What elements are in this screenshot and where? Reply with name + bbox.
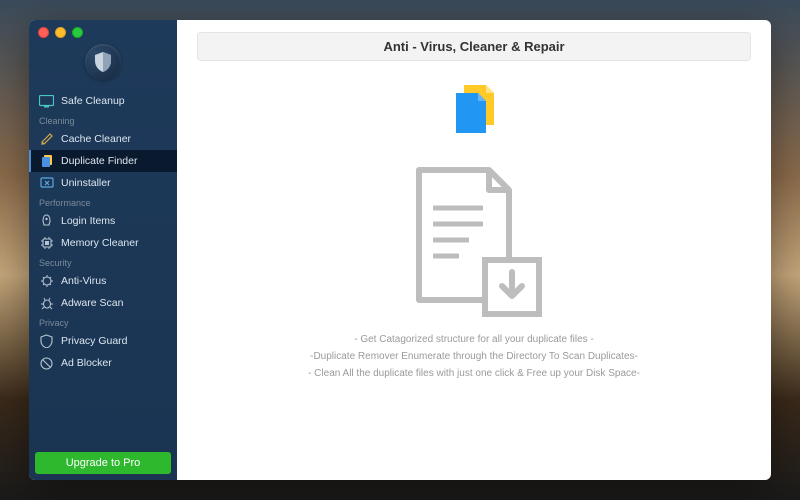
sidebar: Safe Cleanup Cleaning Cache Cleaner Dupl…	[29, 20, 177, 480]
sidebar-item-safe-cleanup[interactable]: Safe Cleanup	[29, 90, 177, 112]
sidebar-item-label: Uninstaller	[61, 177, 111, 189]
sidebar-item-privacy-guard[interactable]: Privacy Guard	[29, 330, 177, 352]
monitor-icon	[39, 94, 54, 109]
sidebar-item-anti-virus[interactable]: Anti-Virus	[29, 270, 177, 292]
sidebar-item-label: Privacy Guard	[61, 335, 128, 347]
rocket-icon	[39, 214, 54, 229]
sidebar-item-label: Ad Blocker	[61, 357, 112, 369]
sidebar-section-security: Security	[29, 254, 177, 270]
sidebar-item-label: Duplicate Finder	[61, 155, 137, 167]
chip-icon	[39, 236, 54, 251]
sidebar-item-duplicate-finder[interactable]: Duplicate Finder	[29, 150, 177, 172]
description-text: - Get Catagorized structure for all your…	[308, 331, 640, 382]
sidebar-item-label: Cache Cleaner	[61, 133, 131, 145]
virus-icon	[39, 274, 54, 289]
upgrade-button[interactable]: Upgrade to Pro	[35, 452, 171, 474]
app-logo	[85, 44, 121, 80]
block-icon	[39, 356, 54, 371]
bug-icon	[39, 296, 54, 311]
brush-icon	[39, 132, 54, 147]
guard-icon	[39, 334, 54, 349]
uninstall-icon	[39, 176, 54, 191]
close-window-button[interactable]	[38, 27, 49, 38]
sidebar-item-label: Anti-Virus	[61, 275, 106, 287]
sidebar-item-label: Safe Cleanup	[61, 95, 125, 107]
main-panel: Anti - Virus, Cleaner & Repair	[177, 20, 771, 480]
sidebar-item-label: Adware Scan	[61, 297, 123, 309]
sidebar-item-login-items[interactable]: Login Items	[29, 210, 177, 232]
sidebar-item-cache-cleaner[interactable]: Cache Cleaner	[29, 128, 177, 150]
document-download-icon	[399, 160, 549, 325]
sidebar-section-cleaning: Cleaning	[29, 112, 177, 128]
duplicate-icon	[444, 81, 504, 142]
sidebar-item-label: Login Items	[61, 215, 115, 227]
sidebar-item-label: Memory Cleaner	[61, 237, 139, 249]
page-title: Anti - Virus, Cleaner & Repair	[197, 32, 751, 61]
shield-icon	[94, 52, 112, 72]
maximize-window-button[interactable]	[72, 27, 83, 38]
app-window: Safe Cleanup Cleaning Cache Cleaner Dupl…	[29, 20, 771, 480]
sidebar-item-memory-cleaner[interactable]: Memory Cleaner	[29, 232, 177, 254]
sidebar-item-ad-blocker[interactable]: Ad Blocker	[29, 352, 177, 374]
sidebar-section-privacy: Privacy	[29, 314, 177, 330]
minimize-window-button[interactable]	[55, 27, 66, 38]
sidebar-item-uninstaller[interactable]: Uninstaller	[29, 172, 177, 194]
window-controls	[38, 27, 83, 38]
sidebar-item-adware-scan[interactable]: Adware Scan	[29, 292, 177, 314]
sidebar-section-performance: Performance	[29, 194, 177, 210]
duplicate-files-icon	[39, 154, 54, 169]
content-area: - Get Catagorized structure for all your…	[197, 61, 751, 464]
